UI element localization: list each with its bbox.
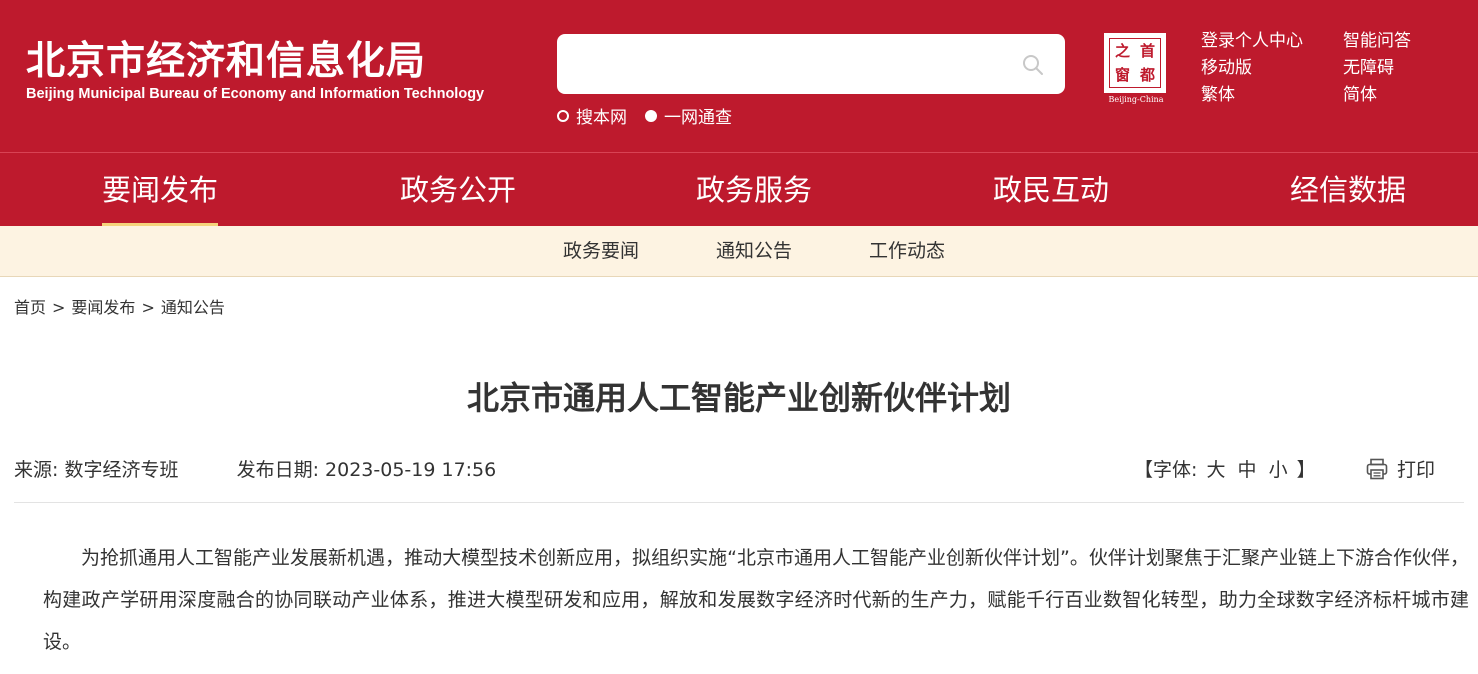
publish-date-value: 2023-05-19 17:56 bbox=[325, 459, 497, 481]
main-nav: 要闻发布 政务公开 政务服务 政民互动 经信数据 bbox=[0, 152, 1478, 227]
search-input[interactable] bbox=[557, 34, 997, 94]
radio-unselected[interactable] bbox=[557, 109, 569, 122]
breadcrumb-home[interactable]: 首页 bbox=[14, 298, 46, 317]
sub-nav: 政务要闻 通知公告 工作动态 bbox=[0, 226, 1478, 277]
article-meta: 来源: 数字经济专班 发布日期: 2023-05-19 17:56 bbox=[14, 455, 496, 482]
search-scope-site-label: 搜本网 bbox=[576, 108, 627, 128]
nav-item-label: 政务公开 bbox=[400, 173, 517, 207]
nav-item-label: 经信数据 bbox=[1290, 173, 1407, 207]
breadcrumb-notices[interactable]: 通知公告 bbox=[161, 298, 225, 317]
search-scope-all-label: 一网通查 bbox=[664, 108, 732, 128]
seal-label: Beijing-China bbox=[1108, 95, 1164, 104]
radio-selected[interactable] bbox=[645, 109, 657, 122]
seal-char: 都 bbox=[1139, 66, 1155, 84]
seal-char: 首 bbox=[1139, 42, 1155, 60]
meta-divider bbox=[14, 502, 1464, 503]
top-utility-links: 登录个人中心 智能问答 移动版 无障碍 繁体 简体 bbox=[1201, 30, 1441, 106]
breadcrumb: 首页 > 要闻发布 > 通知公告 bbox=[14, 294, 225, 318]
search-scope-site[interactable]: 搜本网 bbox=[557, 103, 627, 128]
nav-item-news[interactable]: 要闻发布 bbox=[102, 153, 219, 227]
mobile-version-link[interactable]: 移动版 bbox=[1201, 57, 1343, 79]
breadcrumb-news[interactable]: 要闻发布 bbox=[71, 298, 135, 317]
nav-item-label: 要闻发布 bbox=[102, 173, 219, 207]
search-icon[interactable] bbox=[1021, 53, 1045, 77]
seal-char: 窗 bbox=[1114, 66, 1130, 84]
printer-icon bbox=[1366, 458, 1388, 479]
smart-qa-link[interactable]: 智能问答 bbox=[1343, 30, 1441, 52]
nav-item-interaction[interactable]: 政民互动 bbox=[993, 153, 1109, 227]
font-size-open: 【字体: bbox=[1134, 459, 1198, 481]
font-size-large-button[interactable]: 大 bbox=[1206, 459, 1225, 481]
site-logo-chinese[interactable]: 北京市经济和信息化局 bbox=[26, 30, 426, 86]
search-scope-all[interactable]: 一网通查 bbox=[645, 103, 732, 128]
nav-item-label: 政民互动 bbox=[993, 173, 1110, 207]
search-box bbox=[557, 34, 1065, 94]
capital-window-seal[interactable]: 之 首 窗 都 Beijing-China bbox=[1104, 33, 1168, 105]
font-size-control: 【字体: 大 中 小 】 bbox=[1134, 455, 1316, 482]
font-size-medium-button[interactable]: 中 bbox=[1238, 459, 1257, 481]
seal-frame: 之 首 窗 都 bbox=[1104, 33, 1166, 93]
print-button[interactable]: 打印 bbox=[1365, 455, 1435, 482]
login-link[interactable]: 登录个人中心 bbox=[1201, 30, 1343, 52]
breadcrumb-separator: > bbox=[141, 298, 155, 317]
site-logo-english[interactable]: Beijing Municipal Bureau of Economy and … bbox=[26, 86, 484, 102]
seal-characters: 之 首 窗 都 bbox=[1109, 38, 1161, 88]
accessibility-link[interactable]: 无障碍 bbox=[1343, 57, 1441, 79]
traditional-chinese-link[interactable]: 繁体 bbox=[1201, 84, 1343, 106]
seal-char: 之 bbox=[1114, 42, 1130, 60]
nav-item-gov-affairs-open[interactable]: 政务公开 bbox=[400, 153, 516, 227]
sub-nav-work-updates[interactable]: 工作动态 bbox=[869, 226, 945, 277]
source-label: 来源: bbox=[14, 459, 59, 481]
source-value: 数字经济专班 bbox=[64, 459, 179, 481]
font-size-close: 】 bbox=[1296, 459, 1316, 481]
article-title: 北京市通用人工智能产业创新伙伴计划 bbox=[466, 379, 1011, 417]
site-header: 北京市经济和信息化局 Beijing Municipal Bureau of E… bbox=[0, 0, 1478, 152]
nav-item-data[interactable]: 经信数据 bbox=[1290, 153, 1406, 227]
breadcrumb-separator: > bbox=[52, 298, 66, 317]
sub-nav-notices[interactable]: 通知公告 bbox=[716, 226, 792, 277]
print-label: 打印 bbox=[1397, 459, 1436, 481]
article-body: 为抢抓通用人工智能产业发展新机遇，推动大模型技术创新应用，拟组织实施“北京市通用… bbox=[43, 547, 1469, 653]
publish-date-label: 发布日期: bbox=[236, 459, 319, 481]
search-scope-options: 搜本网 一网通查 bbox=[557, 103, 732, 128]
sub-nav-gov-news[interactable]: 政务要闻 bbox=[563, 226, 639, 277]
nav-item-label: 政务服务 bbox=[696, 173, 813, 207]
font-size-small-button[interactable]: 小 bbox=[1269, 459, 1288, 481]
nav-item-gov-services[interactable]: 政务服务 bbox=[696, 153, 812, 227]
simplified-chinese-link[interactable]: 简体 bbox=[1343, 84, 1441, 106]
